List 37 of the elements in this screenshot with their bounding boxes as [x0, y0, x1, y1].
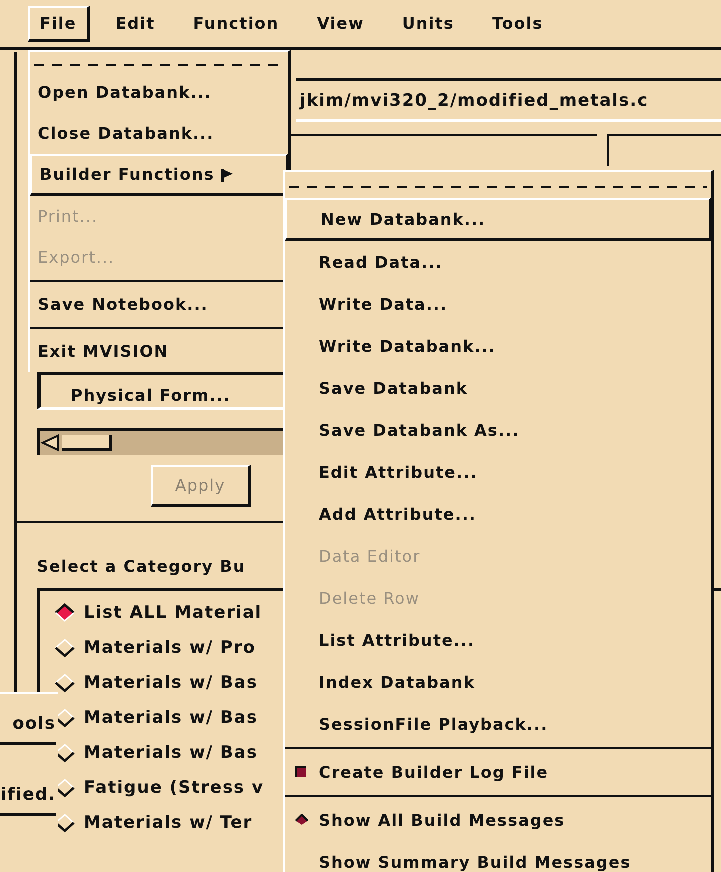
menu-item[interactable]: Create Builder Log File	[285, 751, 711, 793]
radio-option[interactable]: Materials w/ Bas	[84, 708, 258, 728]
menu-item[interactable]: Show Summary Build Messages	[285, 841, 711, 872]
scroll-thumb[interactable]	[62, 435, 112, 451]
menu-item[interactable]: Function	[181, 6, 292, 41]
menu-item[interactable]: Read Data...	[285, 241, 711, 283]
radio-option[interactable]: Materials w/ Pro	[84, 638, 256, 658]
radio-option[interactable]: List ALL Material	[84, 603, 262, 623]
menu-item[interactable]: Write Data...	[285, 283, 711, 325]
category-heading: Select a Category Bu	[37, 557, 246, 576]
menu-item[interactable]: Index Databank	[285, 661, 711, 703]
input-field[interactable]	[607, 134, 721, 166]
menu-item[interactable]: Close Databank...	[30, 113, 288, 154]
radio-option[interactable]: Materials w/ Ter	[84, 813, 253, 833]
menu-item[interactable]: View	[305, 6, 376, 41]
menu-item[interactable]: Open Databank...	[30, 72, 288, 113]
window-text: ified.	[0, 785, 56, 816]
window-text: ools	[0, 714, 56, 745]
menu-item[interactable]: Show All Build Messages	[285, 799, 711, 841]
menu-item[interactable]: Edit	[104, 6, 168, 41]
cascade-arrow-icon	[220, 166, 235, 182]
radio-option[interactable]: Fatigue (Stress v	[84, 778, 264, 798]
menu-item[interactable]: SessionFile Playback...	[285, 703, 711, 745]
menu-item[interactable]: List Attribute...	[285, 619, 711, 661]
menu-item[interactable]: Units	[390, 6, 466, 41]
tear-off-line[interactable]	[289, 186, 707, 188]
path-field[interactable]: jkim/mvi320_2/modified_metals.c	[296, 78, 721, 122]
menu-item[interactable]: Add Attribute...	[285, 493, 711, 535]
menu-item[interactable]: Save Databank As...	[285, 409, 711, 451]
menu-item[interactable]: Write Databank...	[285, 325, 711, 367]
menu-item[interactable]: Edit Attribute...	[285, 451, 711, 493]
left-arrow-icon[interactable]	[40, 434, 62, 452]
menu-item[interactable]: File	[28, 6, 90, 42]
radio-option[interactable]: Materials w/ Bas	[84, 673, 258, 693]
menu-item[interactable]: Tools	[480, 6, 556, 41]
menu-item[interactable]: New Databank...	[285, 198, 711, 241]
radio-option[interactable]: Materials w/ Bas	[84, 743, 258, 763]
